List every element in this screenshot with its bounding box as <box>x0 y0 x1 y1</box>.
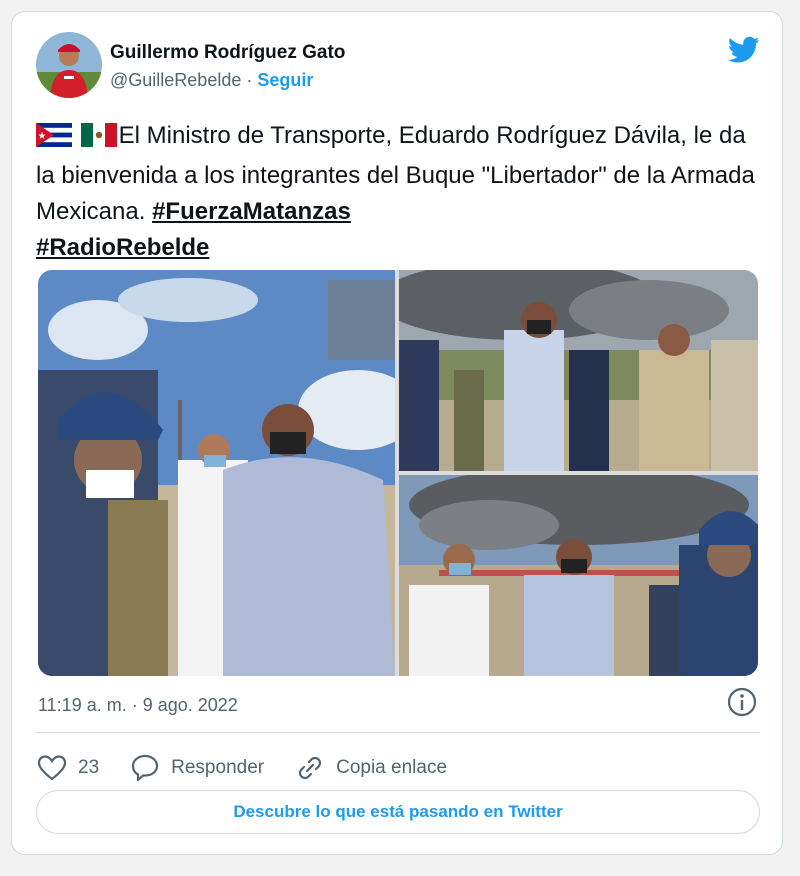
photo-2[interactable] <box>399 270 758 471</box>
discover-twitter-button[interactable]: Descubre lo que está pasando en Twitter <box>36 790 760 834</box>
author-handle-row: @GuilleRebelde · Seguir <box>110 70 313 91</box>
follow-button[interactable]: Seguir <box>257 70 313 90</box>
tweet-card: Guillermo Rodríguez Gato @GuilleRebelde … <box>11 11 783 855</box>
hashtag-fuerzamatanzas[interactable]: #FuerzaMatanzas <box>152 198 351 225</box>
author-name[interactable]: Guillermo Rodríguez Gato <box>110 42 345 64</box>
author-handle[interactable]: @GuilleRebelde <box>110 70 241 90</box>
media-grid <box>38 270 758 676</box>
twitter-bird-icon[interactable] <box>727 36 760 64</box>
handle-separator: · <box>241 70 258 90</box>
hashtag-radiorebelde[interactable]: #RadioRebelde <box>36 234 209 261</box>
speech-bubble-icon <box>132 754 159 782</box>
tweet-body: El Ministro de Transporte, Eduardo Rodrí… <box>36 122 755 225</box>
link-icon <box>299 756 322 780</box>
copy-link-button[interactable]: Copia enlace <box>294 752 447 784</box>
photo-3[interactable] <box>399 475 758 676</box>
action-bar: 23 Responder Copia enlace <box>36 748 760 788</box>
tweet-text: El Ministro de Transporte, Eduardo Rodrí… <box>36 118 756 266</box>
reply-button[interactable]: Responder <box>129 752 264 784</box>
cuba-flag-icon <box>36 122 72 158</box>
like-count: 23 <box>78 757 100 778</box>
reply-label: Responder <box>171 757 265 778</box>
copy-link-label: Copia enlace <box>336 757 448 778</box>
info-icon[interactable] <box>726 686 758 718</box>
photo-1[interactable] <box>38 270 395 676</box>
divider <box>36 732 760 733</box>
tweet-timestamp[interactable]: 11:19 a. m. · 9 ago. 2022 <box>38 695 238 716</box>
mexico-flag-icon <box>80 122 117 158</box>
avatar[interactable] <box>36 32 102 98</box>
like-button[interactable]: 23 <box>36 752 99 784</box>
heart-icon <box>37 755 67 781</box>
